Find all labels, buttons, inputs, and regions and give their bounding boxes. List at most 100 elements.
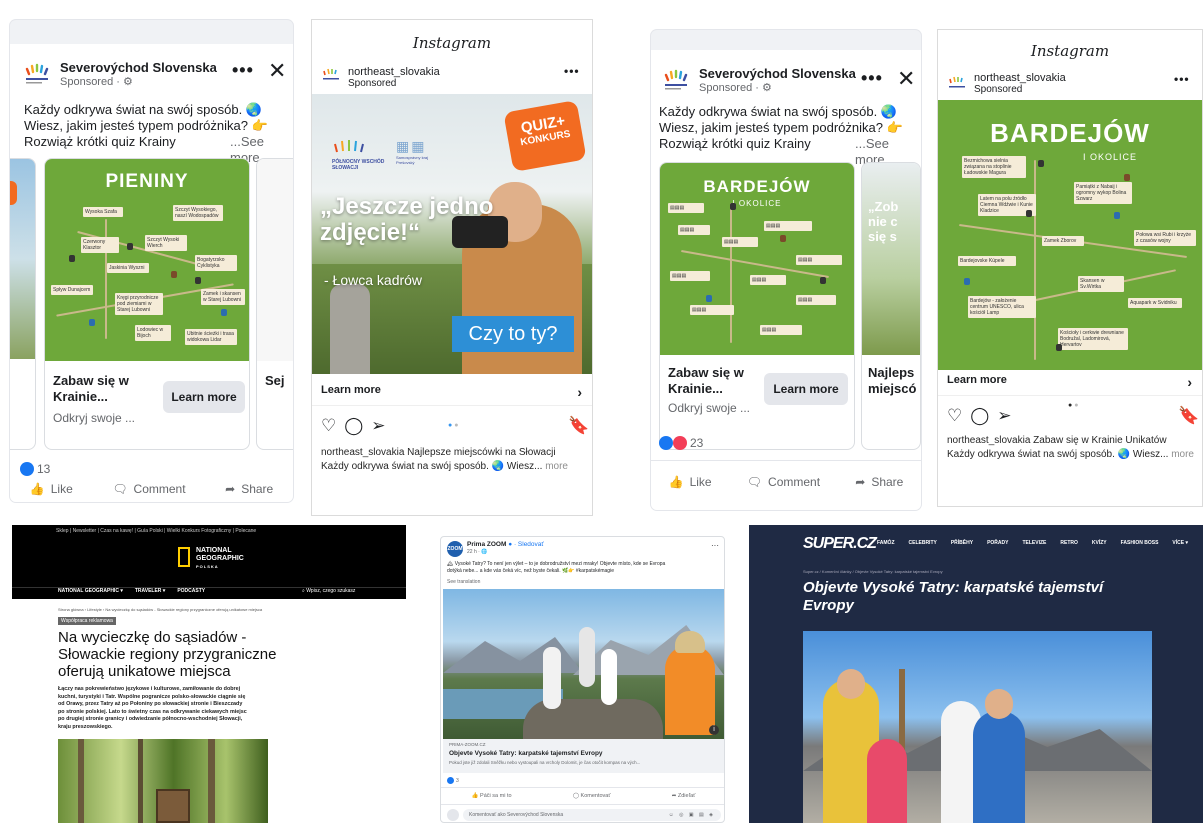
article-photo-family[interactable] (803, 631, 1152, 823)
more-options-icon[interactable]: ··· (711, 541, 719, 550)
nav-item[interactable]: FASHION BOSS (1121, 540, 1159, 546)
ig-ad-card-bardejow: Instagram northeast_slovakia Sponsored •… (938, 30, 1202, 506)
share-button[interactable]: ➦ Zdieľať (672, 793, 696, 799)
love-reaction-icon (673, 436, 687, 450)
like-button[interactable]: 👍 Páči sa mi to (472, 793, 512, 799)
page-name[interactable]: Prima ZOOM (467, 541, 506, 548)
more-options-icon[interactable]: ••• (861, 68, 883, 89)
ad-photo[interactable]: PÓŁNOCNY WSCHÓD SŁOWACJI ▦▦ Samosprávny k… (312, 94, 592, 374)
like-button[interactable]: 👍 Like (30, 478, 73, 500)
map-illustration[interactable]: BARDEJÓW I OKOLICE Bezmichowa sielnia zw… (938, 100, 1202, 370)
learn-more-button[interactable]: Learn more (764, 373, 848, 405)
carousel-next-card[interactable]: „Zob nie c się s Najleps miejscó (861, 162, 921, 450)
link-title: Objevte Vysoké Tatry: karpatské tajemstv… (449, 750, 603, 757)
map-note: Ubitnie ścieżki i trasa widokowa Lidar (185, 329, 237, 345)
link-preview-meta[interactable]: PRIMA-ZOOM.CZ Objevte Vysoké Tatry: karp… (443, 739, 724, 773)
more-link[interactable]: more (545, 461, 568, 472)
send-icon[interactable]: ➢ (997, 406, 1019, 425)
like-button[interactable]: 👍 Like (669, 469, 712, 494)
nav-item[interactable]: RETRO (1060, 540, 1078, 546)
more-options-icon[interactable]: ••• (232, 60, 254, 81)
link-description: Pokud jste již zdolali Sněžku nebo vysto… (449, 760, 641, 765)
heart-icon[interactable]: ♡ (321, 416, 344, 435)
search-field[interactable]: ⌕ Wpisz, czego szukasz (302, 588, 355, 594)
share-button[interactable]: ➦ Share (855, 469, 903, 494)
nav-item[interactable]: VÍCE ▾ (1172, 540, 1188, 546)
ig-caption: northeast_slovakia Najlepsze miejscówki … (321, 447, 568, 472)
map-illustration: PIENINY Wysoka Szafa Szczyt Wysokiego, n… (45, 159, 249, 361)
trail-sign (156, 789, 190, 823)
nav-natgeo[interactable]: NATIONAL GEOGRAPHIC ▾ (58, 588, 123, 594)
share-button[interactable]: ➦ Share (225, 478, 273, 500)
card-subtitle: Odkryj swoje ... (668, 401, 751, 415)
carousel-card-bardejow[interactable]: BARDEJÓW I OKOLICE ▤▤▤ ▤▤▤ ▤▤▤ ▤▤▤ ▤▤▤ ▤… (659, 162, 855, 450)
page-name[interactable]: Severovýchod Slovenska (60, 60, 217, 75)
nav-item[interactable]: FAMÓZ (877, 540, 895, 546)
send-icon[interactable]: ➢ (371, 416, 393, 435)
map-title: PIENINY (105, 171, 189, 192)
carousel-prev-card[interactable] (10, 158, 36, 450)
learn-more-link[interactable]: Learn more › (312, 384, 592, 406)
learn-more-button[interactable]: Learn more (163, 381, 245, 413)
comment-icon[interactable]: ◯ (344, 416, 371, 435)
person-2 (579, 627, 595, 687)
comment-button[interactable]: ◯ Komentovať (573, 793, 611, 799)
bookmark-icon[interactable]: 🔖 (568, 416, 589, 436)
page-name[interactable]: Severovýchod Slovenska (699, 66, 856, 81)
instagram-logo: Instagram (1030, 42, 1110, 60)
nav-item[interactable]: PŘÍBĚHY (951, 540, 973, 546)
map-note: Szczyt Wysoki Wierch (145, 235, 187, 251)
account-avatar[interactable] (948, 74, 966, 92)
reaction-summary[interactable]: 23 (659, 436, 703, 450)
follow-link[interactable]: · Sledovať (514, 541, 544, 548)
learn-more-link[interactable]: Learn more › (938, 374, 1202, 396)
comment-button[interactable]: 🗨 Comment (112, 478, 185, 500)
bookmark-icon[interactable]: 🔖 (1178, 406, 1199, 426)
article-photo-forest[interactable] (58, 739, 268, 823)
nav-item[interactable]: POŘADY (987, 540, 1008, 546)
nav-item[interactable]: KVÍZY (1092, 540, 1107, 546)
top-links[interactable]: Sklep | Newsletter | Czas na kawę! | Guí… (56, 528, 256, 534)
cta-banner: Czy to ty? (452, 316, 574, 352)
close-icon[interactable]: ✕ (268, 58, 286, 84)
comment-icon: 🗨 (112, 482, 128, 496)
more-link[interactable]: more (1171, 449, 1194, 460)
natgeo-article-screenshot: Sklep | Newsletter | Czas na kawę! | Guí… (12, 525, 406, 823)
map-note: Kościoły i cerkwie drewniane Bodružal, L… (1058, 328, 1128, 350)
link-preview-photo[interactable]: i (443, 589, 724, 739)
thumbs-up-icon: 👍 (471, 793, 479, 799)
account-name[interactable]: northeast_slovakia (974, 72, 1066, 84)
page-logo[interactable] (24, 60, 50, 86)
reaction-summary[interactable]: 3 (447, 777, 459, 784)
nav-podcasts[interactable]: PODCASTY (177, 588, 205, 594)
more-options-icon[interactable]: ••• (1174, 72, 1190, 86)
see-translation-link[interactable]: See translation (447, 579, 480, 585)
page-logo[interactable] (663, 66, 689, 92)
commenter-avatar (447, 809, 459, 821)
page-avatar[interactable]: ZOOM (447, 541, 463, 557)
comment-icon[interactable]: ◯ (970, 406, 997, 425)
sun-hat (675, 631, 705, 653)
carousel-next-card[interactable]: Sej (256, 158, 293, 450)
heart-icon[interactable]: ♡ (947, 406, 970, 425)
nav-item[interactable]: TELEVIZE (1022, 540, 1046, 546)
natgeo-logo-frame[interactable] (178, 547, 190, 567)
ad-headline: „Jeszcze jedno zdjęcie!“ (320, 193, 494, 246)
close-icon[interactable]: ✕ (897, 66, 915, 92)
sponsored-label: Sponsored · ⚙ (699, 82, 772, 94)
carousel-card-pieniny[interactable]: PIENINY Wysoka Szafa Szczyt Wysokiego, n… (44, 158, 250, 450)
nav-traveler[interactable]: TRAVELER ▾ (135, 588, 165, 594)
more-options-icon[interactable]: ••• (564, 64, 580, 78)
comment-button[interactable]: 🗨 Comment (747, 469, 820, 494)
account-avatar[interactable] (322, 66, 340, 84)
super-logo[interactable]: SUPER.CZ (803, 535, 877, 553)
post-text: 🏔 Vysoké Tatry? To není jen výlet – to j… (447, 561, 666, 574)
nav-item[interactable]: CELEBRITY (909, 540, 937, 546)
account-name[interactable]: northeast_slovakia (348, 66, 440, 78)
natgeo-logo-text[interactable]: NATIONAL GEOGRAPHIC POLSKA (196, 547, 244, 571)
map-note: Szczyt Wysokiego, naszí Wodospadów (173, 205, 223, 221)
boy-head (985, 689, 1013, 719)
comment-input[interactable]: Komentovať ako Severovýchod Slovenska ☺ ◎… (463, 809, 721, 821)
card-title: Zabaw się w Krainie... (53, 373, 129, 404)
ig-post-header: northeast_slovakia Sponsored (974, 72, 1066, 96)
